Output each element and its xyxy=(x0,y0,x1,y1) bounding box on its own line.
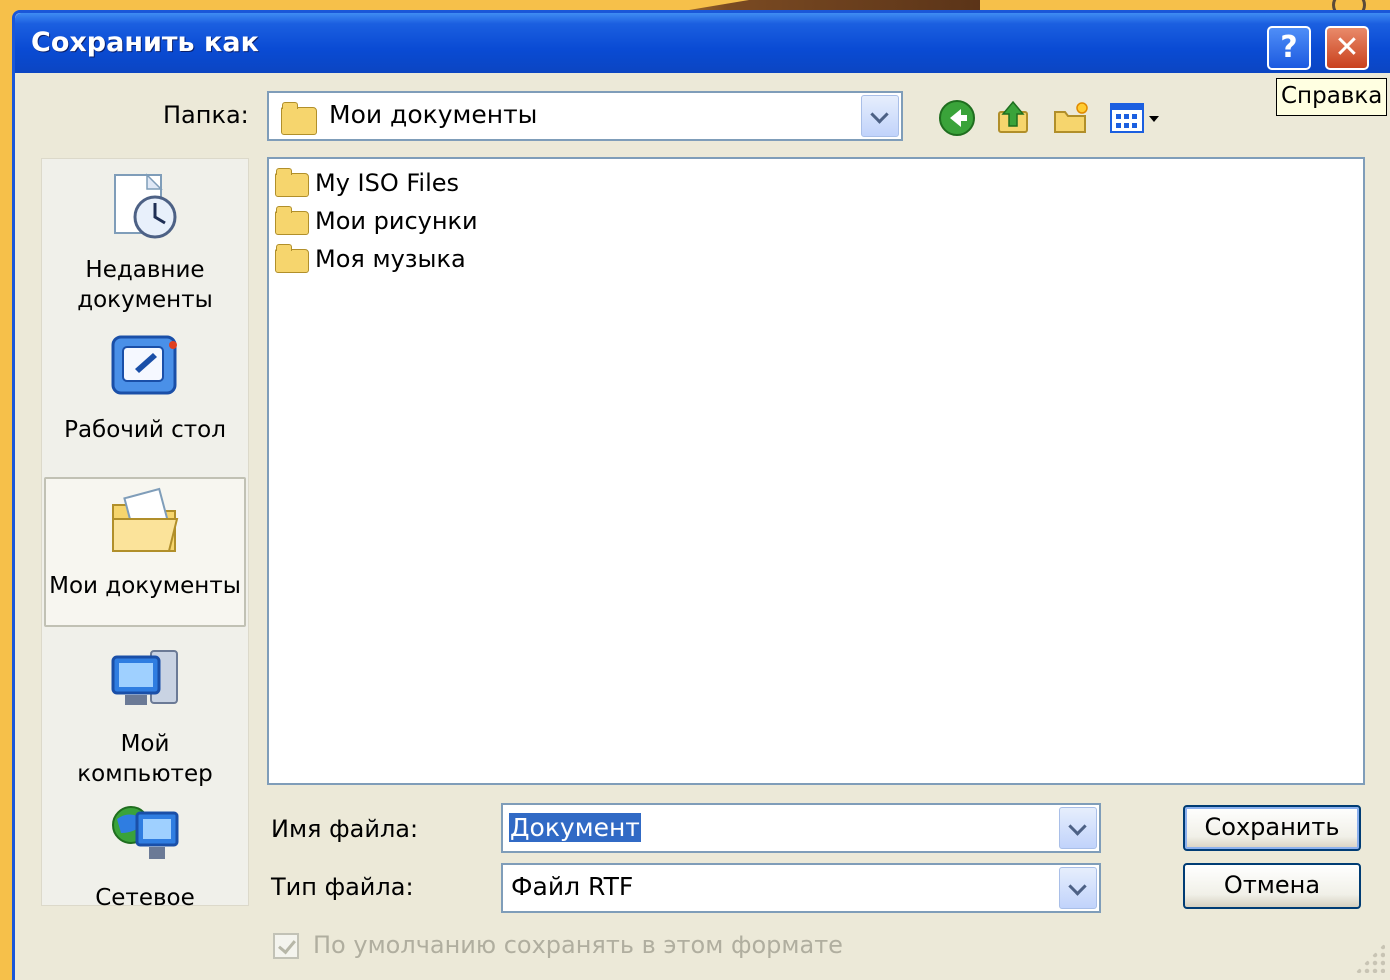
chevron-down-icon[interactable] xyxy=(1059,867,1097,909)
documents-folder-icon xyxy=(281,102,317,135)
file-name: Мои рисунки xyxy=(315,207,478,235)
place-label: Сетевое xyxy=(95,885,195,911)
place-label: Мой компьютер xyxy=(77,731,213,787)
place-my-computer[interactable]: Мой компьютер xyxy=(42,645,248,789)
save-button[interactable]: Сохранить xyxy=(1183,805,1361,851)
back-icon[interactable] xyxy=(937,98,977,138)
pictures-folder-icon xyxy=(275,206,309,235)
file-list[interactable]: My ISO Files Мои рисунки Моя музыка xyxy=(267,157,1365,785)
cancel-button[interactable]: Отмена xyxy=(1183,863,1361,909)
folder-icon xyxy=(275,168,309,197)
place-desktop[interactable]: Рабочий стол xyxy=(42,331,248,445)
help-icon: ? xyxy=(1280,30,1298,65)
close-button[interactable]: ✕ xyxy=(1325,26,1369,70)
place-network[interactable]: Сетевое xyxy=(42,799,248,913)
desktop-icon xyxy=(111,335,177,395)
file-name: My ISO Files xyxy=(315,169,460,197)
default-format-checkbox[interactable] xyxy=(273,933,299,959)
filename-label: Имя файла: xyxy=(271,815,419,843)
place-label: Мои документы xyxy=(49,573,241,599)
place-my-documents[interactable]: Мои документы xyxy=(44,477,246,627)
view-menu-icon[interactable] xyxy=(1109,98,1165,138)
chevron-down-icon[interactable] xyxy=(861,95,899,137)
filetype-label: Тип файла: xyxy=(271,873,414,901)
my-documents-icon xyxy=(112,487,179,552)
place-recent-documents[interactable]: Недавние документы xyxy=(42,171,248,315)
location-value: Мои документы xyxy=(329,100,538,129)
filename-input[interactable]: Документ xyxy=(501,803,1101,853)
place-label: Рабочий стол xyxy=(64,417,226,443)
window-title: Сохранить как xyxy=(31,27,259,58)
location-label: Папка: xyxy=(163,101,249,129)
close-icon: ✕ xyxy=(1334,30,1360,65)
place-label: Недавние документы xyxy=(77,257,213,313)
filetype-value: Файл RTF xyxy=(511,872,634,901)
music-folder-icon xyxy=(275,244,309,273)
new-folder-icon[interactable] xyxy=(1051,98,1091,138)
network-icon xyxy=(112,806,179,859)
help-tooltip: Справка xyxy=(1276,78,1388,116)
up-folder-icon[interactable] xyxy=(993,98,1033,138)
filename-value: Документ xyxy=(509,813,641,842)
help-button[interactable]: ? xyxy=(1267,26,1311,70)
resize-grip-icon[interactable] xyxy=(1355,943,1385,973)
places-bar: Недавние документы Рабочий стол Мои доку… xyxy=(41,158,249,911)
filetype-select[interactable]: Файл RTF xyxy=(501,863,1101,913)
default-format-label: По умолчанию сохранять в этом формате xyxy=(313,931,843,959)
file-name: Моя музыка xyxy=(315,245,466,273)
location-combobox[interactable]: Мои документы xyxy=(267,91,903,141)
my-computer-icon xyxy=(111,650,178,705)
chevron-down-icon[interactable] xyxy=(1059,807,1097,849)
recent-documents-icon xyxy=(114,173,177,239)
title-bar[interactable]: Сохранить как ? ✕ xyxy=(15,13,1390,73)
save-as-dialog: Сохранить как ? ✕ Справка Папка: Мои док… xyxy=(12,10,1390,980)
